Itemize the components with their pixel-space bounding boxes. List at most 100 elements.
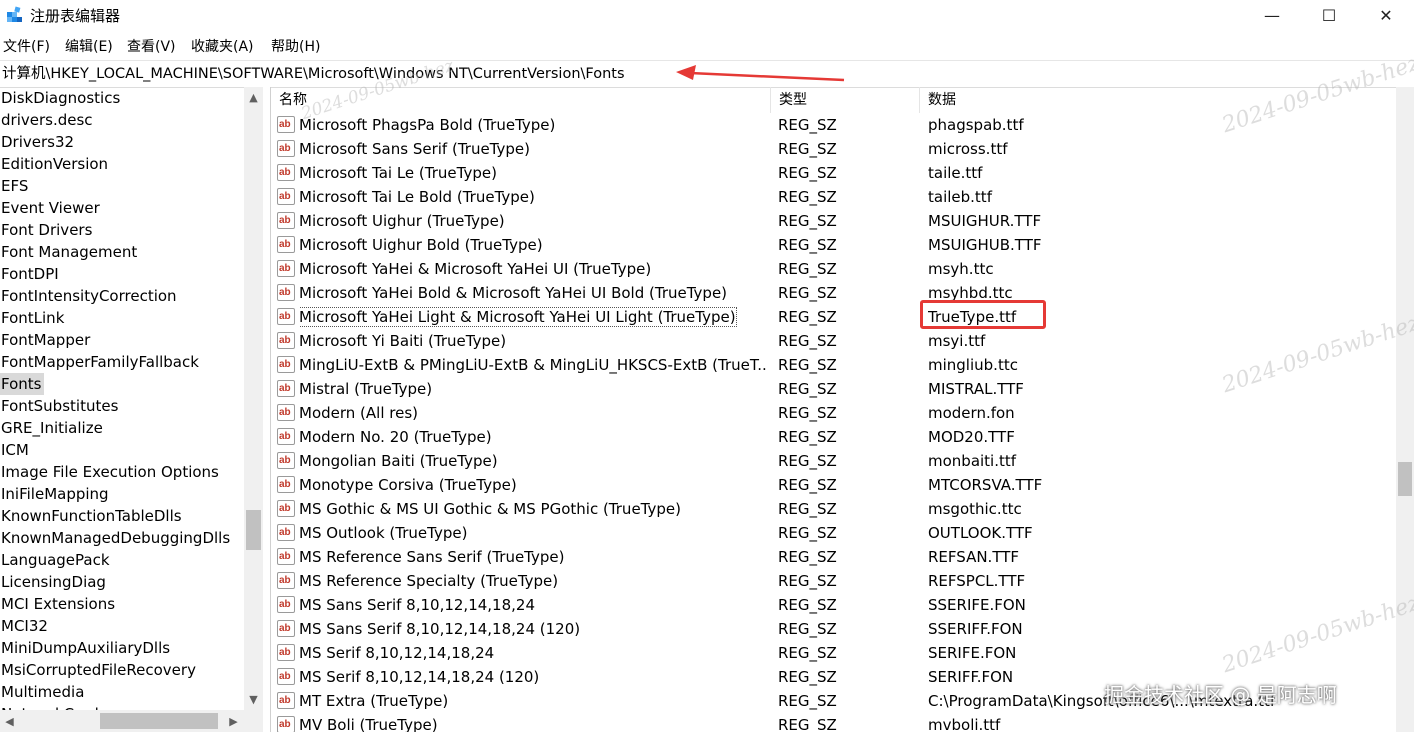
maximize-button[interactable]: ☐ <box>1300 0 1358 32</box>
tree-item[interactable]: DiskDiagnostics <box>0 87 244 109</box>
tree-item[interactable]: LanguagePack <box>0 549 244 571</box>
cell-data[interactable]: REFSPCL.TTF <box>928 569 1396 593</box>
table-row[interactable]: ab Microsoft YaHei Light & Microsoft YaHe… <box>271 300 1396 329</box>
column-header-type[interactable]: 类型 <box>771 87 920 113</box>
table-row[interactable]: ab Microsoft Sans Serif (TrueType) REG_SZ m… <box>271 137 1396 161</box>
cell-data[interactable]: micross.ttf <box>928 137 1396 161</box>
cell-type[interactable]: REG_SZ <box>778 473 918 497</box>
cell-data[interactable]: OUTLOOK.TTF <box>928 521 1396 545</box>
cell-type[interactable]: REG_SZ <box>778 305 918 329</box>
cell-type[interactable]: REG_SZ <box>778 233 918 257</box>
tree-item[interactable]: GRE_Initialize <box>0 417 244 439</box>
table-row[interactable]: ab MS Serif 8,10,12,14,18,24 REG_SZ SERIFE.… <box>271 641 1396 665</box>
tree-item[interactable]: Multimedia <box>0 681 244 703</box>
tree-item[interactable]: MiniDumpAuxiliaryDlls <box>0 637 244 659</box>
cell-type[interactable]: REG_SZ <box>778 689 918 713</box>
scroll-up-icon[interactable]: ▲ <box>244 89 263 106</box>
cell-type[interactable]: REG_SZ <box>778 593 918 617</box>
tree-item[interactable]: Font Management <box>0 241 244 263</box>
table-row[interactable]: ab Microsoft PhagsPa Bold (TrueType) REG_S… <box>271 113 1396 137</box>
column-header-data[interactable]: 数据 <box>920 87 1396 113</box>
minimize-button[interactable]: — <box>1243 0 1301 32</box>
menu-view[interactable]: 查看(V) <box>127 37 176 57</box>
scroll-down-icon[interactable]: ▼ <box>244 691 263 708</box>
cell-type[interactable]: REG_SZ <box>778 425 918 449</box>
tree-item[interactable]: EFS <box>0 175 244 197</box>
menu-help[interactable]: 帮助(H) <box>271 37 320 57</box>
tree-item[interactable]: FontMapper <box>0 329 244 351</box>
tree-item[interactable]: KnownManagedDebuggingDlls <box>0 527 244 549</box>
table-row[interactable]: ab MS Reference Sans Serif (TrueType) REG_… <box>271 545 1396 569</box>
cell-type[interactable]: REG_SZ <box>778 281 918 305</box>
list-vertical-scrollbar[interactable] <box>1396 87 1414 732</box>
tree-horizontal-scrollbar[interactable]: ◀ ▶ <box>0 710 263 732</box>
values-list[interactable]: 名称 类型 数据 ab Microsoft PhagsPa Bold (TrueT… <box>271 87 1396 732</box>
cell-name[interactable]: MS Outlook (TrueType) <box>299 521 767 545</box>
cell-type[interactable]: REG_SZ <box>778 713 918 732</box>
cell-name[interactable]: MS Reference Specialty (TrueType) <box>299 569 767 593</box>
cell-type[interactable]: REG_SZ <box>778 449 918 473</box>
table-row[interactable]: ab MS Sans Serif 8,10,12,14,18,24 REG_SZ SS… <box>271 593 1396 617</box>
cell-name[interactable]: Microsoft Tai Le (TrueType) <box>299 161 767 185</box>
address-path[interactable]: 计算机\HKEY_LOCAL_MACHINE\SOFTWARE\Microsof… <box>2 64 625 84</box>
cell-data[interactable]: MSUIGHUB.TTF <box>928 233 1396 257</box>
table-row[interactable]: ab Modern (All res) REG_SZ modern.fon <box>271 401 1396 425</box>
cell-name[interactable]: MT Extra (TrueType) <box>299 689 767 713</box>
cell-type[interactable]: REG_SZ <box>778 569 918 593</box>
table-row[interactable]: ab Microsoft Tai Le Bold (TrueType) REG_SZ… <box>271 185 1396 209</box>
table-row[interactable]: ab Mongolian Baiti (TrueType) REG_SZ monbai… <box>271 449 1396 473</box>
cell-name[interactable]: Microsoft YaHei & Microsoft YaHei UI (Tr… <box>299 257 767 281</box>
cell-type[interactable]: REG_SZ <box>778 521 918 545</box>
cell-type[interactable]: REG_SZ <box>778 497 918 521</box>
menu-favorites[interactable]: 收藏夹(A) <box>191 37 254 57</box>
tree-item[interactable]: EditionVersion <box>0 153 244 175</box>
cell-data[interactable]: mingliub.ttc <box>928 353 1396 377</box>
tree-item[interactable]: Fonts <box>0 373 45 395</box>
tree-item[interactable]: MCI Extensions <box>0 593 244 615</box>
cell-name[interactable]: Microsoft Sans Serif (TrueType) <box>299 137 767 161</box>
cell-type[interactable]: REG_SZ <box>778 641 918 665</box>
tree-item[interactable]: Image File Execution Options <box>0 461 244 483</box>
cell-name[interactable]: Modern (All res) <box>299 401 767 425</box>
cell-type[interactable]: REG_SZ <box>778 353 918 377</box>
cell-name[interactable]: Mistral (TrueType) <box>299 377 767 401</box>
tree-scroll-thumb[interactable] <box>246 510 261 550</box>
cell-data[interactable]: modern.fon <box>928 401 1396 425</box>
cell-type[interactable]: REG_SZ <box>778 209 918 233</box>
tree-item[interactable]: Font Drivers <box>0 219 244 241</box>
tree-item[interactable]: IniFileMapping <box>0 483 244 505</box>
cell-type[interactable]: REG_SZ <box>778 113 918 137</box>
tree-hscroll-thumb[interactable] <box>100 713 218 729</box>
tree-item[interactable]: LicensingDiag <box>0 571 244 593</box>
cell-type[interactable]: REG_SZ <box>778 161 918 185</box>
key-tree[interactable]: DiskDiagnostics drivers.desc Drivers32 Edit… <box>0 87 244 710</box>
table-row[interactable]: ab Modern No. 20 (TrueType) REG_SZ MOD20.TT… <box>271 425 1396 449</box>
cell-name[interactable]: Modern No. 20 (TrueType) <box>299 425 767 449</box>
cell-data[interactable]: MSUIGHUR.TTF <box>928 209 1396 233</box>
tree-item[interactable]: MsiCorruptedFileRecovery <box>0 659 244 681</box>
cell-data[interactable]: MISTRAL.TTF <box>928 377 1396 401</box>
cell-data[interactable]: msyi.ttf <box>928 329 1396 353</box>
cell-name[interactable]: Microsoft YaHei Bold & Microsoft YaHei U… <box>299 281 767 305</box>
tree-item[interactable]: NetworkCards <box>0 703 244 710</box>
table-row[interactable]: ab Microsoft Yi Baiti (TrueType) REG_SZ msy… <box>271 329 1396 353</box>
table-row[interactable]: ab Microsoft Uighur Bold (TrueType) REG_SZ… <box>271 233 1396 257</box>
tree-item[interactable]: KnownFunctionTableDlls <box>0 505 244 527</box>
tree-item[interactable]: FontSubstitutes <box>0 395 244 417</box>
tree-item[interactable]: Drivers32 <box>0 131 244 153</box>
table-row[interactable]: ab MS Gothic & MS UI Gothic & MS PGothic … <box>271 497 1396 521</box>
cell-name[interactable]: MS Sans Serif 8,10,12,14,18,24 <box>299 593 767 617</box>
cell-name[interactable]: MingLiU-ExtB & PMingLiU-ExtB & MingLiU_H… <box>299 353 767 377</box>
cell-name[interactable]: MS Serif 8,10,12,14,18,24 (120) <box>299 665 767 689</box>
cell-name[interactable]: Microsoft Uighur Bold (TrueType) <box>299 233 767 257</box>
table-row[interactable]: ab Microsoft Tai Le (TrueType) REG_SZ taile… <box>271 161 1396 185</box>
table-row[interactable]: ab Mistral (TrueType) REG_SZ MISTRAL.TTF <box>271 377 1396 401</box>
cell-data[interactable]: MOD20.TTF <box>928 425 1396 449</box>
scroll-right-icon[interactable]: ▶ <box>224 713 243 730</box>
cell-name[interactable]: Microsoft YaHei Light & Microsoft YaHei … <box>299 305 767 329</box>
pane-splitter[interactable] <box>263 87 271 732</box>
scroll-left-icon[interactable]: ◀ <box>0 713 19 730</box>
close-button[interactable]: ✕ <box>1357 0 1414 32</box>
cell-data[interactable]: msgothic.ttc <box>928 497 1396 521</box>
table-row[interactable]: ab Microsoft YaHei Bold & Microsoft YaHei… <box>271 281 1396 305</box>
